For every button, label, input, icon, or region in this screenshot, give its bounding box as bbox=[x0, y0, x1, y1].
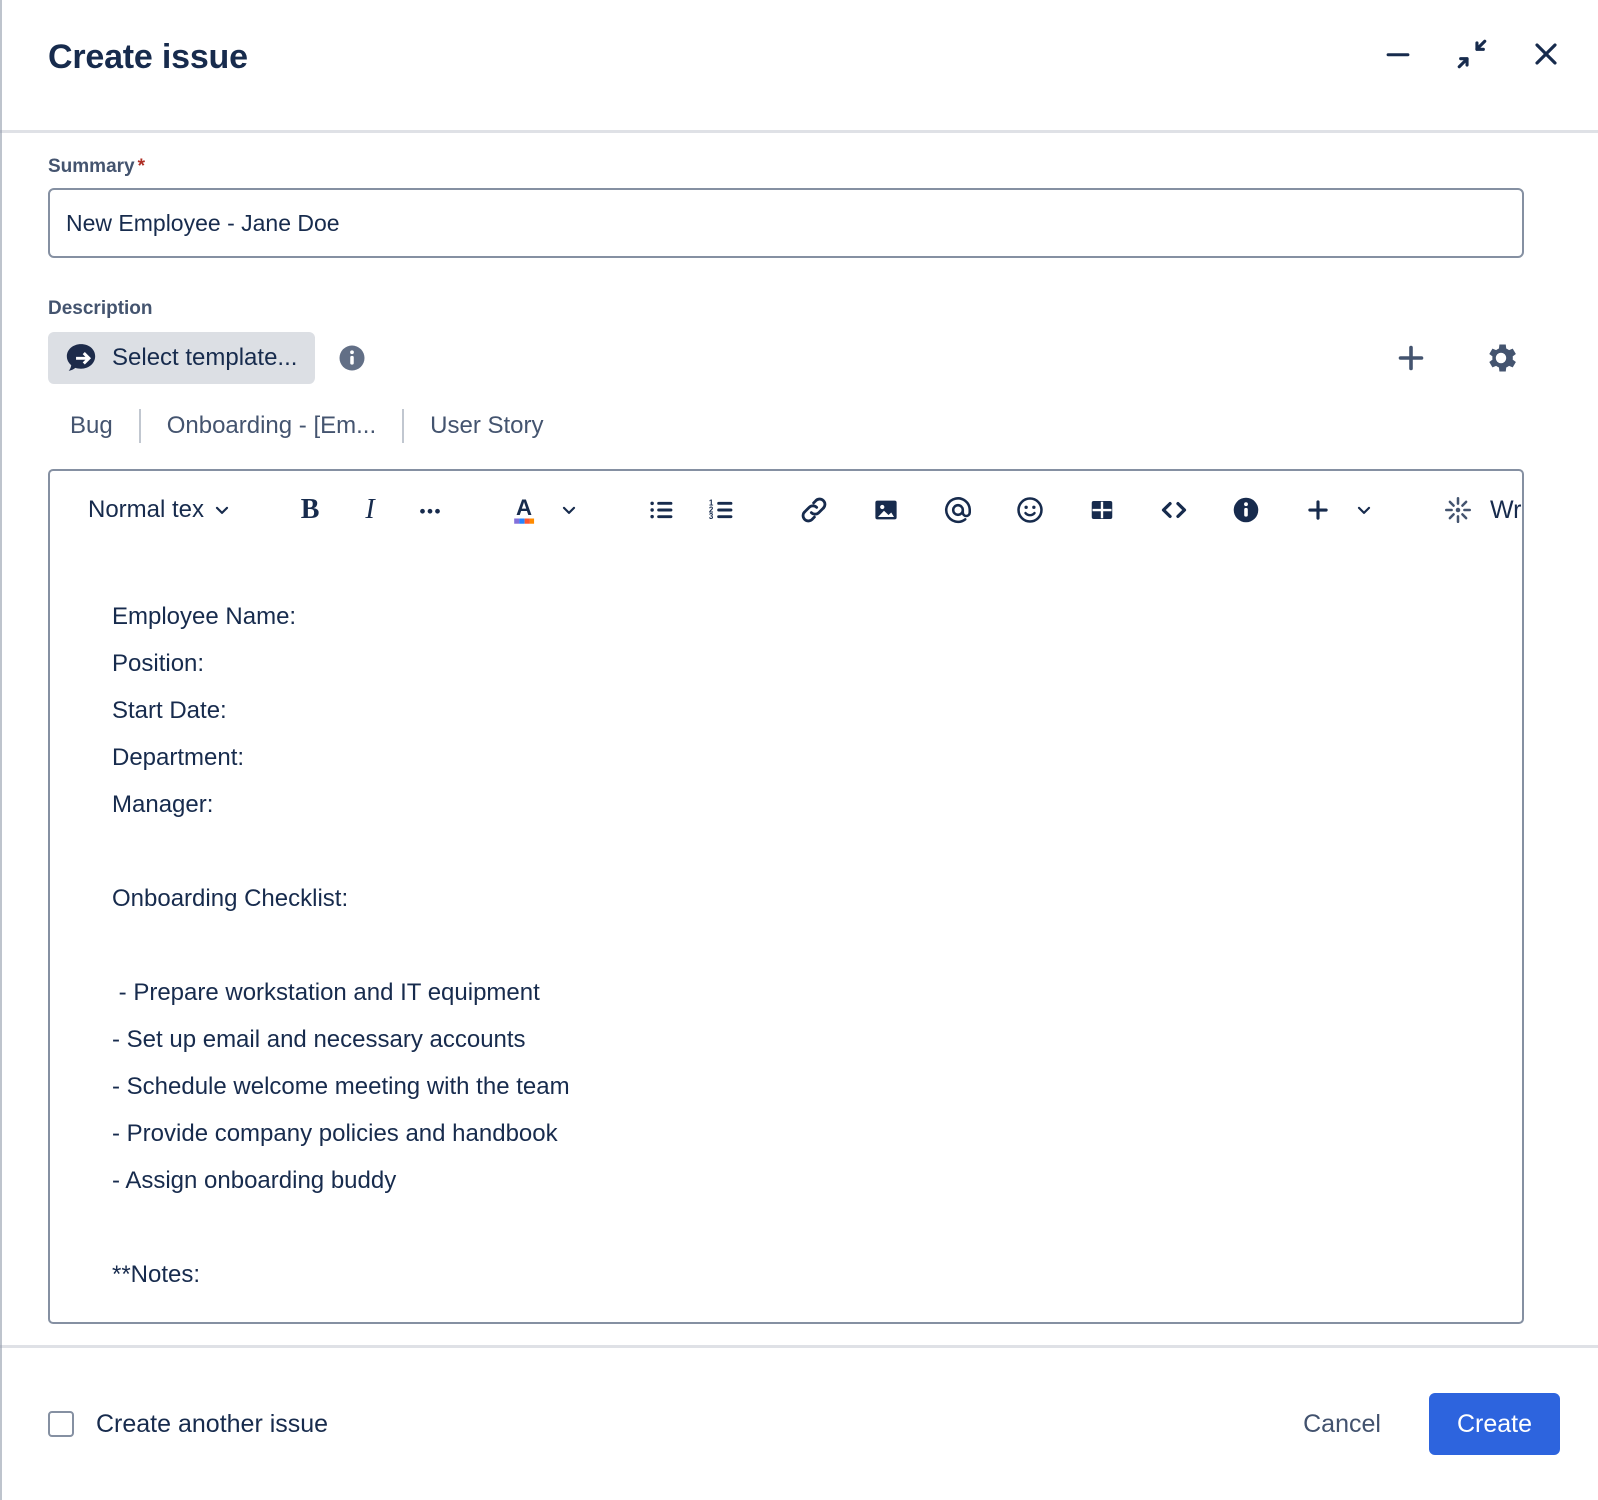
editor-line: - Assign onboarding buddy bbox=[112, 1167, 397, 1194]
collapse-arrows-icon bbox=[1457, 39, 1487, 69]
editor-blank-line bbox=[112, 828, 1472, 875]
write-label: Write bbox=[1490, 495, 1522, 524]
required-indicator: * bbox=[137, 156, 146, 177]
ai-sparkle-icon bbox=[1445, 497, 1472, 523]
editor-line: Onboarding Checklist: bbox=[112, 885, 349, 912]
text-color-dropdown[interactable] bbox=[546, 486, 594, 534]
editor-line: Start Date: bbox=[112, 697, 227, 724]
dialog-footer: Create another issue Cancel Create bbox=[0, 1348, 1598, 1500]
bullet-list-button[interactable] bbox=[638, 486, 686, 534]
editor-line: Employee Name: bbox=[112, 603, 297, 630]
list-group: 1 2 3 bbox=[638, 486, 746, 534]
page-title: Create issue bbox=[48, 38, 248, 77]
text-color-icon: A bbox=[514, 495, 535, 524]
ellipsis-icon bbox=[420, 508, 440, 514]
create-button[interactable]: Create bbox=[1428, 1393, 1560, 1455]
cancel-button[interactable]: Cancel bbox=[1285, 1396, 1399, 1453]
collapse-button[interactable] bbox=[1450, 32, 1494, 76]
text-style-label: Normal tex bbox=[88, 496, 205, 523]
link-icon bbox=[801, 497, 827, 523]
select-template-button[interactable]: Select template... bbox=[48, 332, 316, 384]
editor-line: - Schedule welcome meeting with the team bbox=[112, 1073, 570, 1100]
editor-blank-line bbox=[112, 1204, 1472, 1251]
svg-text:A: A bbox=[516, 495, 532, 520]
dialog-header: Create issue bbox=[0, 0, 1598, 130]
mention-button[interactable] bbox=[934, 486, 982, 534]
chevron-down-icon bbox=[215, 506, 229, 514]
table-icon bbox=[1091, 501, 1113, 519]
window-controls bbox=[1376, 32, 1568, 76]
link-button[interactable] bbox=[790, 486, 838, 534]
minimize-button[interactable] bbox=[1376, 32, 1420, 76]
summary-label: Summary * bbox=[48, 156, 1550, 178]
summary-input[interactable] bbox=[48, 188, 1524, 258]
chevron-down-icon bbox=[1357, 506, 1371, 514]
editor-line: Manager: bbox=[112, 791, 214, 818]
editor-line: - Provide company policies and handbook bbox=[112, 1120, 558, 1147]
more-formatting-button[interactable] bbox=[406, 486, 454, 534]
ai-write-button[interactable]: Write bbox=[1434, 486, 1522, 534]
editor-blank-line bbox=[112, 922, 1472, 969]
description-editor: Normal tex B I A 1 2 3 Wr Employee Name:… bbox=[48, 469, 1524, 1324]
editor-line: Department: bbox=[112, 744, 245, 771]
editor-line: **Notes: bbox=[112, 1261, 201, 1288]
template-tab-bug[interactable]: Bug bbox=[48, 412, 139, 440]
template-tabs: Bug Onboarding - [Em... User Story bbox=[48, 406, 1550, 446]
template-info-icon[interactable] bbox=[337, 343, 367, 373]
svg-text:3: 3 bbox=[709, 512, 714, 521]
editor-line: - Prepare workstation and IT equipment bbox=[112, 979, 540, 1006]
minimize-icon bbox=[1386, 53, 1410, 57]
add-template-button[interactable] bbox=[1388, 335, 1434, 381]
select-template-label: Select template... bbox=[112, 344, 298, 371]
template-settings-button[interactable] bbox=[1478, 335, 1524, 381]
mention-at-icon bbox=[945, 497, 972, 524]
template-row: Select template... bbox=[48, 330, 1524, 386]
code-button[interactable] bbox=[1150, 486, 1198, 534]
template-tab-user-story[interactable]: User Story bbox=[404, 412, 569, 440]
template-speech-arrow-icon bbox=[66, 344, 96, 371]
close-icon bbox=[1535, 43, 1557, 65]
image-icon bbox=[875, 500, 897, 520]
text-style-dropdown[interactable]: Normal tex bbox=[70, 496, 242, 524]
emoji-smiley-icon bbox=[1017, 497, 1043, 523]
numbered-list-button[interactable]: 1 2 3 bbox=[698, 486, 746, 534]
image-button[interactable] bbox=[862, 486, 910, 534]
description-text-area[interactable]: Employee Name: Position: Start Date: Depart… bbox=[50, 549, 1522, 1298]
table-button[interactable] bbox=[1078, 486, 1126, 534]
emoji-button[interactable] bbox=[1006, 486, 1054, 534]
create-issue-dialog: Create issue Summary * New Employee - Ja… bbox=[0, 0, 1598, 1500]
create-another-issue-checkbox[interactable]: Create another issue bbox=[48, 1410, 328, 1439]
description-label: Description bbox=[48, 298, 153, 319]
text-color-button[interactable]: A bbox=[498, 486, 546, 534]
chevron-down-icon bbox=[562, 506, 576, 514]
template-tab-onboarding[interactable]: Onboarding - [Em... bbox=[141, 412, 402, 440]
editor-toolbar: Normal tex B I A 1 2 3 Wr bbox=[50, 471, 1522, 549]
editor-line: - Set up email and necessary accounts bbox=[112, 1026, 526, 1053]
checkbox-box[interactable] bbox=[48, 1411, 74, 1437]
insert-more-dropdown[interactable] bbox=[1342, 486, 1390, 534]
editor-line: Position: bbox=[112, 650, 205, 677]
close-button[interactable] bbox=[1524, 32, 1568, 76]
gear-icon bbox=[1489, 344, 1516, 372]
plus-icon bbox=[1308, 500, 1328, 520]
info-filled-icon bbox=[1233, 497, 1259, 523]
plus-icon bbox=[1398, 345, 1424, 371]
bullet-list-icon bbox=[650, 501, 673, 519]
insert-more-button[interactable] bbox=[1294, 486, 1342, 534]
dialog-body: Summary* Description Select template... bbox=[0, 133, 1598, 1345]
text-format-group: B I bbox=[286, 486, 454, 534]
italic-button[interactable]: I bbox=[346, 486, 394, 534]
info-panel-button[interactable] bbox=[1222, 486, 1270, 534]
insert-group bbox=[790, 486, 1390, 534]
bold-button[interactable]: B bbox=[286, 486, 334, 534]
info-circle-icon bbox=[339, 345, 365, 371]
summary-label-text: Summary bbox=[48, 156, 135, 177]
numbered-list-icon: 1 2 3 bbox=[709, 499, 733, 521]
code-brackets-icon bbox=[1161, 501, 1187, 519]
create-another-issue-label: Create another issue bbox=[96, 1409, 329, 1438]
